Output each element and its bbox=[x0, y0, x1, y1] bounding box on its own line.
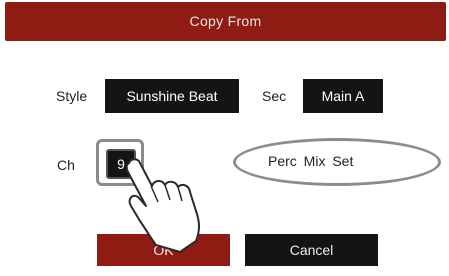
dialog-title: Copy From bbox=[5, 2, 446, 41]
channel-selector[interactable]: 9 bbox=[106, 149, 136, 179]
style-label: Style bbox=[56, 88, 88, 104]
perc-mix-set-text: Perc Mix Set bbox=[268, 153, 354, 169]
copy-from-dialog: Copy From Style Sunshine Beat Sec Main A… bbox=[0, 0, 449, 276]
sec-label: Sec bbox=[262, 88, 287, 104]
ok-button[interactable]: OK bbox=[97, 234, 230, 266]
channel-label: Ch bbox=[57, 157, 75, 173]
section-selector[interactable]: Main A bbox=[303, 79, 383, 113]
cancel-button[interactable]: Cancel bbox=[245, 234, 378, 266]
style-selector[interactable]: Sunshine Beat bbox=[105, 79, 239, 113]
